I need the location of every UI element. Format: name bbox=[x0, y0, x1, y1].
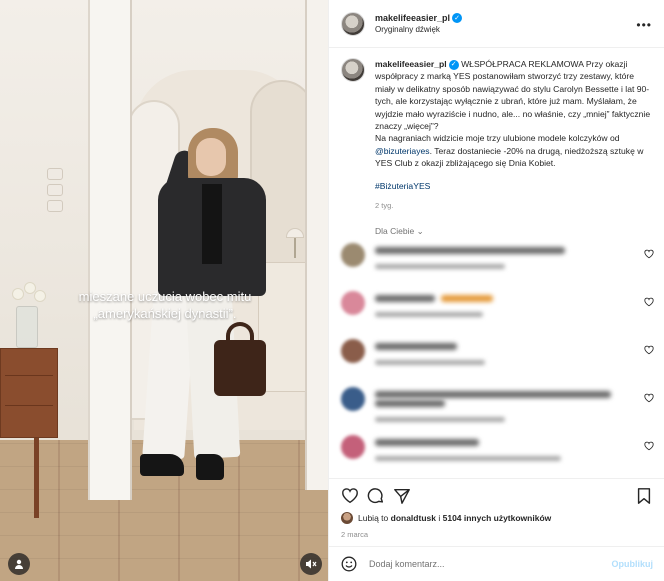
light-switch bbox=[47, 168, 63, 180]
commenter-avatar[interactable] bbox=[341, 291, 365, 316]
person-icon[interactable] bbox=[8, 553, 30, 575]
commenter-avatar[interactable] bbox=[341, 243, 365, 268]
video-overlay-text: mieszane uczucia wobec mitu „amerykański… bbox=[78, 289, 252, 321]
mention-link[interactable]: @bizuteriayes bbox=[375, 146, 430, 156]
comment-item bbox=[329, 291, 664, 339]
dresser-leg bbox=[34, 438, 39, 518]
commenter-avatar[interactable] bbox=[341, 339, 365, 364]
post-time: 2 tyg. bbox=[375, 201, 394, 211]
liker-avatar[interactable] bbox=[341, 512, 353, 524]
chevron-down-icon: ⌄ bbox=[416, 226, 424, 237]
post-date: 2 marca bbox=[341, 530, 369, 539]
person-jacket bbox=[158, 178, 266, 296]
likes-conjunction: i bbox=[438, 513, 441, 523]
post-header: makelifeeasier_pl ✓ Oryginalny dźwięk ••• bbox=[329, 0, 664, 48]
share-icon[interactable] bbox=[393, 487, 411, 505]
heart-icon[interactable] bbox=[341, 487, 359, 505]
comment-meta-blurred bbox=[375, 360, 485, 366]
comment-text-blurred bbox=[375, 391, 611, 399]
more-options-icon[interactable]: ••• bbox=[636, 18, 652, 32]
sort-label: Dla Ciebie bbox=[375, 226, 415, 237]
comment-item bbox=[329, 387, 664, 435]
comment-item bbox=[329, 339, 664, 387]
comment-emoji-blurred bbox=[441, 295, 493, 303]
audio-label[interactable]: Oryginalny dźwięk bbox=[375, 25, 462, 34]
heart-icon[interactable] bbox=[644, 393, 654, 403]
likes-count-link[interactable]: 5104 innych użytkowników bbox=[443, 513, 552, 523]
author-username[interactable]: makelifeeasier_pl bbox=[375, 13, 450, 23]
verified-badge-icon: ✓ bbox=[452, 13, 463, 24]
verified-badge-icon: ✓ bbox=[448, 59, 459, 70]
commenter-avatar[interactable] bbox=[341, 387, 365, 412]
open-door-left bbox=[88, 0, 132, 500]
person-face bbox=[196, 138, 226, 176]
comment-input[interactable] bbox=[369, 559, 599, 569]
open-door-right bbox=[305, 0, 328, 490]
light-switch bbox=[47, 184, 63, 196]
heart-icon[interactable] bbox=[644, 441, 654, 451]
post-caption: makelifeeasier_pl ✓ WŁSPÓŁPRACA REKLAMOWA… bbox=[329, 48, 664, 212]
paid-partnership-label: WŁSPÓŁPRACA REKLAMOWA bbox=[461, 59, 584, 69]
caption-text: Na nagraniach widzicie moje trzy ulubion… bbox=[375, 133, 620, 144]
author-avatar[interactable] bbox=[341, 11, 365, 36]
person-boot bbox=[140, 454, 184, 476]
add-comment-bar: Opublikuj bbox=[329, 546, 664, 581]
post-media[interactable]: mieszane uczucia wobec mitu „amerykański… bbox=[0, 0, 328, 581]
dresser bbox=[0, 348, 58, 438]
comment-text-blurred bbox=[375, 400, 445, 408]
caption-username[interactable]: makelifeeasier_pl bbox=[375, 59, 447, 69]
likes-prefix: Lubią to bbox=[358, 513, 389, 523]
heart-icon[interactable] bbox=[644, 345, 654, 355]
comment-icon[interactable] bbox=[367, 487, 385, 505]
comment-list bbox=[329, 243, 664, 483]
liker-username[interactable]: donaldtusk bbox=[391, 513, 436, 523]
emoji-icon[interactable] bbox=[341, 556, 357, 572]
comment-text-blurred bbox=[375, 247, 565, 255]
comment-sort-dropdown[interactable]: Dla Ciebie ⌄ bbox=[375, 226, 664, 237]
lamp-stem bbox=[294, 238, 296, 258]
comment-text-blurred bbox=[375, 343, 457, 351]
post-sidebar: makelifeeasier_pl ✓ Oryginalny dźwięk •••… bbox=[328, 0, 664, 581]
heart-icon[interactable] bbox=[644, 249, 654, 259]
comment-meta-blurred bbox=[375, 417, 505, 423]
comment-item bbox=[329, 435, 664, 483]
comment-meta-blurred bbox=[375, 264, 505, 270]
light-switch bbox=[47, 200, 63, 212]
hashtag-link[interactable]: #BiżuteriaYES bbox=[375, 180, 652, 192]
heart-icon[interactable] bbox=[644, 297, 654, 307]
comment-meta-blurred bbox=[375, 312, 483, 318]
comment-item bbox=[329, 243, 664, 291]
person-boot bbox=[196, 454, 224, 480]
publish-button[interactable]: Opublikuj bbox=[612, 559, 654, 569]
vase bbox=[16, 306, 38, 348]
action-bar bbox=[329, 478, 664, 512]
commenter-avatar[interactable] bbox=[341, 435, 365, 460]
comment-meta-blurred bbox=[375, 456, 561, 462]
bookmark-icon[interactable] bbox=[635, 487, 653, 505]
handbag bbox=[214, 340, 266, 396]
author-avatar[interactable] bbox=[341, 58, 365, 82]
comment-text-blurred bbox=[375, 439, 479, 447]
likes-summary: Lubią to donaldtusk i 5104 innych użytko… bbox=[341, 512, 551, 524]
comment-text-blurred bbox=[375, 295, 435, 303]
caption-text: Przy okazji współpracy z marką YES posta… bbox=[375, 59, 651, 132]
speaker-muted-icon[interactable] bbox=[300, 553, 322, 575]
